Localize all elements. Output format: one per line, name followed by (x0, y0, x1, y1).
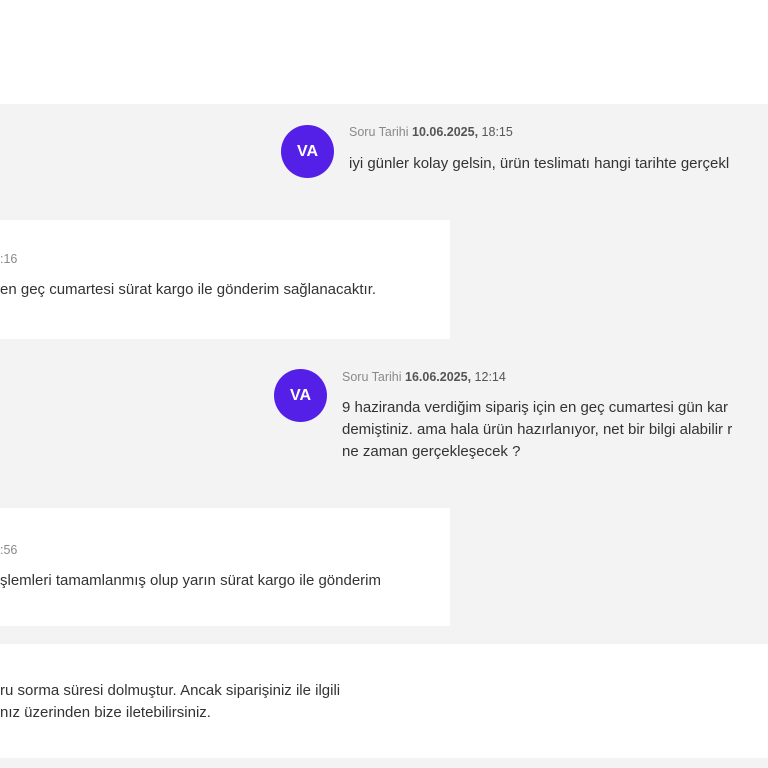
question-meta: Soru Tarihi 10.06.2025, 18:15 (349, 125, 513, 139)
answer-card: :56 şlemleri tamamlanmış olup yarın süra… (0, 508, 450, 626)
notice-line: ru sorma süresi dolmuştur. Ancak sipariş… (0, 682, 341, 699)
question-item: VA Soru Tarihi 10.06.2025, 18:15 iyi gün… (0, 104, 768, 214)
user-avatar: VA (274, 369, 327, 422)
user-avatar: VA (281, 125, 334, 178)
question-text-line: iyi günler kolay gelsin, ürün teslimatı … (349, 155, 730, 172)
section-divider (0, 758, 768, 768)
question-text: iyi günler kolay gelsin, ürün teslimatı … (349, 153, 729, 175)
question-text-line: ne zaman gerçekleşecek ? (342, 443, 521, 460)
question-text-line: demiştiniz. ama hala ürün hazırlanıyor, … (342, 421, 733, 438)
question-date: 16.06.2025, (405, 370, 472, 384)
question-date-label: Soru Tarihi (342, 370, 402, 384)
answer-time: :16 (0, 252, 18, 266)
question-period-notice: ru sorma süresi dolmuştur. Ancak sipariş… (0, 680, 340, 724)
question-date-label: Soru Tarihi (349, 125, 409, 139)
answer-time: :56 (0, 543, 18, 557)
question-time: 12:14 (474, 370, 506, 384)
answer-text: şlemleri tamamlanmış olup yarın sürat ka… (0, 572, 381, 589)
question-time: 18:15 (481, 125, 513, 139)
question-text-line: 9 haziranda verdiğim sipariş için en geç… (342, 399, 729, 416)
question-meta: Soru Tarihi 16.06.2025, 12:14 (342, 370, 506, 384)
question-thread: VA Soru Tarihi 10.06.2025, 18:15 iyi gün… (0, 104, 768, 644)
answer-card: :16 en geç cumartesi sürat kargo ile gön… (0, 220, 450, 339)
question-date: 10.06.2025, (412, 125, 479, 139)
question-item: VA Soru Tarihi 16.06.2025, 12:14 9 hazir… (0, 344, 768, 494)
notice-line: nız üzerinden bize iletebilirsiniz. (0, 704, 211, 721)
answer-text: en geç cumartesi sürat kargo ile gönderi… (0, 281, 377, 298)
question-text: 9 haziranda verdiğim sipariş için en geç… (342, 397, 732, 463)
